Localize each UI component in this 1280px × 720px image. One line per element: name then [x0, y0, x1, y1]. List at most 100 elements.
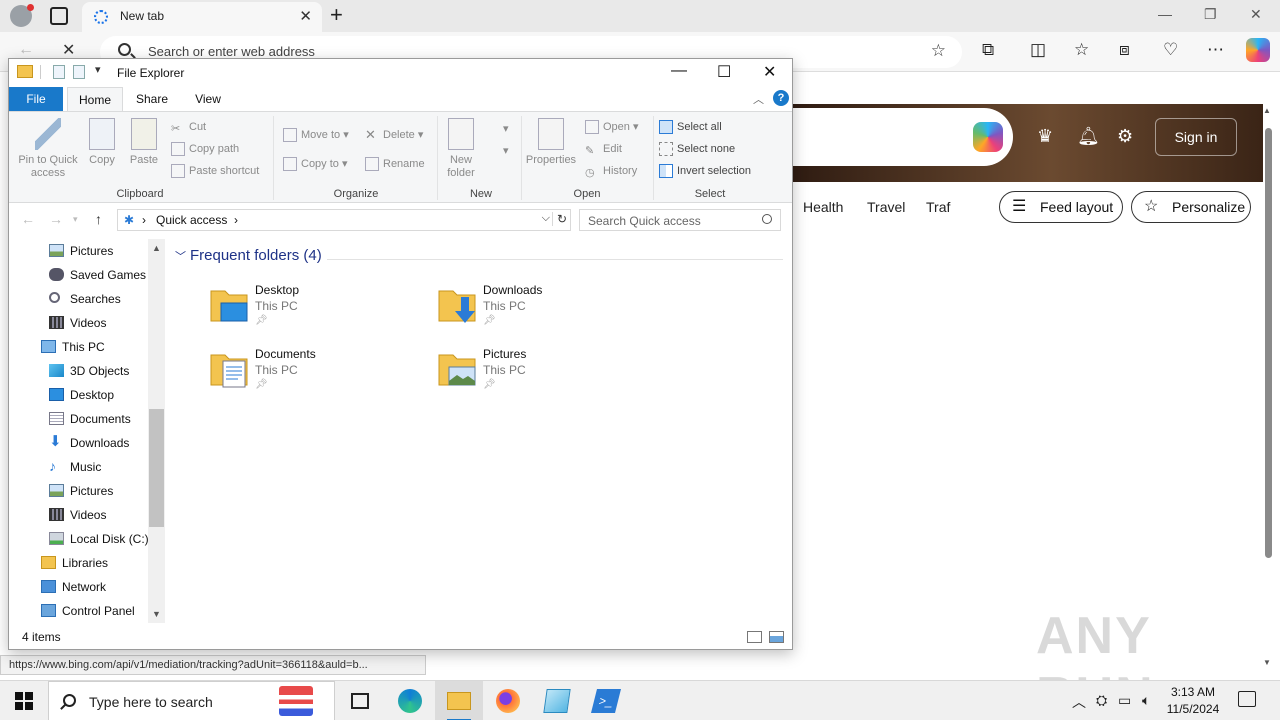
pin-to-quick-access-button[interactable]: Pin to Quick access	[13, 118, 83, 180]
browser-minimize-button[interactable]: —	[1158, 6, 1172, 22]
collections-icon[interactable]: ⧈	[1119, 40, 1130, 60]
folder-tile-downloads[interactable]: Downloads This PC 📌︎	[437, 281, 637, 337]
scroll-up-arrow-icon[interactable]: ▲	[1263, 106, 1271, 115]
new-item-icon[interactable]: ▾	[485, 120, 509, 138]
browser-restore-button[interactable]: ❐	[1204, 6, 1217, 23]
copy-to-button[interactable]: Copy to ▾	[283, 155, 348, 173]
up-arrow-icon[interactable]: ↑	[95, 211, 102, 227]
task-view-button[interactable]	[336, 681, 384, 720]
stop-loading-icon[interactable]: ✕	[62, 40, 75, 60]
minimize-button[interactable]: —	[671, 62, 687, 80]
taskbar-notepad[interactable]	[533, 681, 581, 720]
browser-tab[interactable]: New tab ✕	[82, 2, 322, 32]
rewards-trophy-icon[interactable]: ♛	[1037, 126, 1053, 147]
paste-button[interactable]: Paste	[125, 118, 163, 167]
back-arrow-icon[interactable]: ←	[21, 211, 35, 227]
profile-avatar[interactable]	[10, 4, 34, 27]
settings-gear-icon[interactable]: ⚙	[1117, 126, 1133, 147]
personalize-button[interactable]: ☆ Personalize	[1131, 191, 1251, 223]
rename-button[interactable]: Rename	[365, 155, 425, 173]
volume-tray-icon[interactable]: 🔈︎	[1142, 692, 1150, 709]
browser-essentials-icon[interactable]: ♡	[1163, 40, 1178, 60]
taskbar-file-explorer[interactable]	[435, 681, 483, 720]
taskbar-powershell[interactable]: >_	[582, 681, 630, 720]
close-button[interactable]: ✕	[763, 62, 776, 82]
tab-close-icon[interactable]: ✕	[299, 7, 312, 25]
new-folder-button[interactable]: New folder	[441, 118, 481, 180]
maximize-button[interactable]: ☐	[717, 62, 731, 82]
forward-arrow-icon[interactable]: →	[49, 211, 63, 227]
open-button[interactable]: Open ▾	[585, 118, 639, 136]
tab-home[interactable]: Home	[67, 87, 123, 112]
easy-access-icon[interactable]: ▾	[485, 142, 509, 160]
move-to-button[interactable]: Move to ▾	[283, 126, 349, 144]
scroll-down-arrow-icon[interactable]: ▼	[152, 609, 161, 619]
taskbar-firefox[interactable]	[484, 681, 532, 720]
breadcrumb-separator-icon[interactable]: ›	[234, 213, 238, 227]
taskbar-edge[interactable]	[386, 681, 434, 720]
feed-nav-health[interactable]: Health	[803, 199, 843, 215]
explorer-address-bar[interactable]: ✱ › Quick access › ⌵ ↻	[117, 209, 571, 231]
folder-tile-desktop[interactable]: Desktop This PC 📌︎	[209, 281, 409, 337]
notifications-bell-icon[interactable]: 🔔︎	[1077, 126, 1100, 147]
tab-view[interactable]: View	[183, 87, 233, 111]
people-tray-icon[interactable]: ⛭	[1096, 692, 1107, 709]
back-arrow-icon[interactable]: ←	[18, 41, 34, 59]
split-screen-icon[interactable]: ◫	[1030, 40, 1046, 60]
new-folder-quick-icon[interactable]	[73, 65, 85, 79]
network-tray-icon[interactable]: ▭	[1118, 692, 1131, 709]
system-clock[interactable]: 3:13 AM 11/5/2024	[1162, 684, 1224, 718]
history-button[interactable]: ◷ History	[585, 162, 637, 180]
favorites-icon[interactable]: ☆	[1074, 40, 1089, 60]
new-tab-button[interactable]: +	[330, 3, 343, 27]
refresh-icon[interactable]: ↻	[551, 212, 567, 226]
invert-selection-button[interactable]: Invert selection	[659, 162, 751, 180]
notification-center-icon[interactable]	[1238, 691, 1256, 707]
page-scrollbar[interactable]: ▲ ▼	[1262, 104, 1274, 672]
cut-button[interactable]: ✂ Cut	[171, 118, 206, 136]
browser-close-button[interactable]: ✕	[1250, 6, 1262, 23]
properties-quick-icon[interactable]	[53, 65, 65, 79]
copy-path-button[interactable]: Copy path	[171, 140, 239, 158]
folder-tile-documents[interactable]: Documents This PC 📌︎	[209, 345, 409, 401]
explorer-search-input[interactable]: Search Quick access	[579, 209, 781, 231]
favorite-star-icon[interactable]: ☆	[931, 41, 946, 61]
breadcrumb-quick-access[interactable]: Quick access	[156, 213, 227, 227]
sign-in-button[interactable]: Sign in	[1155, 118, 1237, 156]
tab-actions-icon[interactable]	[50, 7, 68, 25]
show-hidden-icons-chevron-icon[interactable]: ︿	[1072, 692, 1086, 712]
delete-button[interactable]: ✕ Delete ▾	[365, 126, 423, 144]
collapse-ribbon-icon[interactable]: ︿	[753, 91, 764, 107]
customize-toolbar-dropdown-icon[interactable]: ▾	[95, 63, 101, 76]
clock-date: 11/5/2024	[1166, 702, 1220, 716]
breadcrumb-separator-icon[interactable]: ›	[142, 213, 146, 227]
start-button[interactable]	[0, 681, 48, 720]
feed-layout-button[interactable]: ☰ Feed layout	[999, 191, 1123, 223]
copilot-icon[interactable]	[1246, 38, 1270, 62]
paste-shortcut-button[interactable]: Paste shortcut	[171, 162, 259, 180]
properties-button[interactable]: Properties	[523, 118, 579, 167]
help-icon[interactable]: ?	[773, 90, 789, 106]
recent-locations-dropdown-icon[interactable]: ▾	[73, 214, 78, 225]
tab-file[interactable]: File	[9, 87, 63, 111]
scroll-up-arrow-icon[interactable]: ▲	[152, 243, 161, 253]
tab-share[interactable]: Share	[127, 87, 177, 111]
edit-button[interactable]: ✎ Edit	[585, 140, 622, 158]
scrollbar-thumb[interactable]	[1265, 128, 1272, 558]
copy-button[interactable]: Copy	[85, 118, 119, 167]
copilot-logo-icon[interactable]	[973, 122, 1003, 152]
taskbar-search-box[interactable]: Type here to search	[48, 681, 335, 720]
address-history-dropdown-icon[interactable]: ⌵	[542, 212, 550, 225]
extensions-icon[interactable]: ⧉	[982, 40, 994, 60]
feed-nav-traffic[interactable]: Traf	[926, 199, 950, 215]
folder-tile-pictures[interactable]: Pictures This PC 📌︎	[437, 345, 637, 401]
feed-nav-travel[interactable]: Travel	[867, 199, 905, 215]
more-menu-icon[interactable]: ⋯	[1207, 40, 1224, 60]
frequent-folders-header[interactable]: ﹀ Frequent folders (4)	[175, 247, 322, 264]
large-icons-view-icon[interactable]	[769, 631, 784, 643]
details-view-icon[interactable]	[747, 631, 762, 643]
select-none-button[interactable]: Select none	[659, 140, 735, 158]
navigation-pane-scrollbar[interactable]: ▲ ▼	[148, 239, 165, 623]
select-all-button[interactable]: Select all	[659, 118, 722, 136]
scrollbar-thumb[interactable]	[149, 409, 164, 527]
